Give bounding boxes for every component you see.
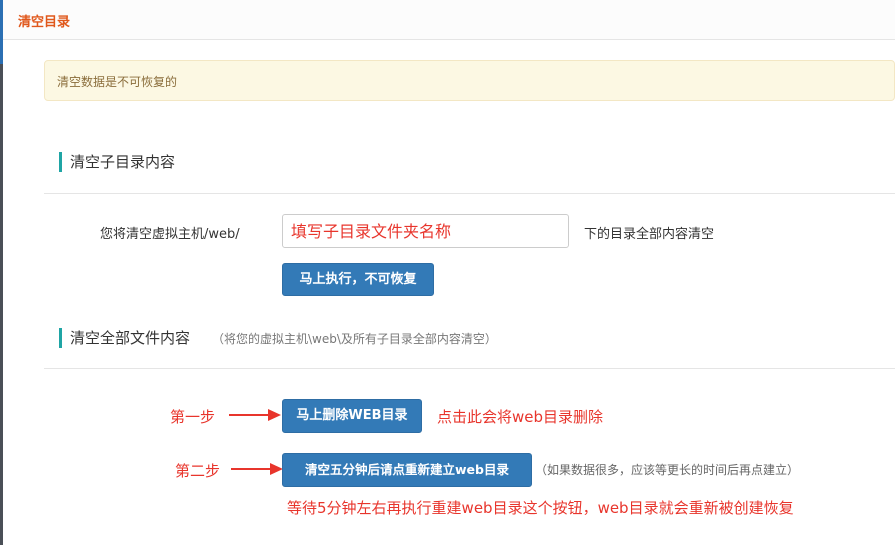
left-sidebar-edge (0, 0, 3, 545)
tab-bar: 清空目录 (3, 0, 895, 40)
rebuild-web-directory-button[interactable]: 清空五分钟后请点重新建立web目录 (282, 453, 532, 487)
divider (44, 193, 895, 194)
all-files-section-hint: （将您的虚拟主机\web\及所有子目录全部内容清空） (212, 332, 497, 346)
step2-arrow-icon (231, 463, 283, 475)
all-files-section-title: 清空全部文件内容 （将您的虚拟主机\web\及所有子目录全部内容清空） (59, 328, 497, 348)
subdir-suffix-label: 下的目录全部内容清空 (584, 227, 715, 242)
execute-clear-button[interactable]: 马上执行，不可恢复 (282, 263, 434, 296)
all-files-section-title-text: 清空全部文件内容 (70, 329, 191, 347)
page: 清空目录 清空数据是不可恢复的 清空子目录内容 您将清空虚拟主机/web/ 下的… (0, 0, 895, 545)
tab-clear-directory[interactable]: 清空目录 (18, 11, 70, 30)
step2-label: 第二步 (175, 462, 221, 480)
step1-label: 第一步 (170, 408, 216, 426)
subdir-prefix-label: 您将清空虚拟主机/web/ (100, 227, 240, 242)
rebuild-hint: （如果数据很多，应该等更长的时间后再点建立） (535, 463, 800, 477)
subdir-section-title: 清空子目录内容 (59, 152, 175, 172)
warning-text: 清空数据是不可恢复的 (57, 75, 178, 89)
delete-web-directory-button[interactable]: 马上删除WEB目录 (282, 399, 422, 433)
divider (44, 368, 895, 369)
warning-alert: 清空数据是不可恢复的 (44, 60, 895, 101)
step2-note: 等待5分钟左右再执行重建web目录这个按钮，web目录就会重新被创建恢复 (287, 499, 794, 517)
subdir-section-title-text: 清空子目录内容 (70, 153, 176, 171)
subdir-name-input[interactable] (282, 214, 569, 248)
step1-arrow-icon (229, 409, 281, 421)
step1-note: 点击此会将web目录删除 (437, 408, 604, 426)
